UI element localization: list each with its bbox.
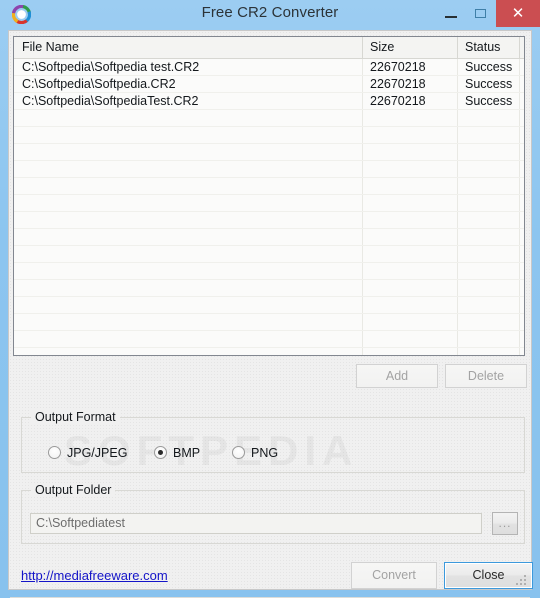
cell-status: Success: [465, 77, 513, 91]
radio-circle-icon: [48, 446, 61, 459]
table-row-empty[interactable]: [14, 314, 524, 331]
output-folder-input[interactable]: C:\Softpediatest: [30, 513, 482, 534]
cell-size: 22670218: [370, 94, 426, 108]
output-format-options: JPG/JPEG BMP PNG: [22, 444, 524, 462]
file-list-body: C:\Softpedia\Softpedia test.CR2 22670218…: [14, 59, 524, 355]
radio-label: BMP: [173, 446, 201, 460]
close-icon: ✕: [511, 4, 525, 22]
window-close-button[interactable]: ✕: [496, 0, 540, 27]
client-area: File Name Size Status C:\Softpedia\Softp…: [8, 30, 533, 598]
maximize-button[interactable]: [466, 0, 496, 27]
resize-grip[interactable]: [514, 573, 526, 585]
website-link[interactable]: http://mediafreeware.com: [21, 568, 168, 583]
table-row-empty[interactable]: [14, 229, 524, 246]
table-row-empty[interactable]: [14, 178, 524, 195]
radio-circle-icon: [232, 446, 245, 459]
radio-label: PNG: [251, 446, 279, 460]
cell-status: Success: [465, 60, 513, 74]
output-format-label: Output Format: [31, 410, 120, 424]
output-format-group: Output Format JPG/JPEG BMP PNG: [21, 410, 525, 473]
table-row-empty[interactable]: [14, 195, 524, 212]
add-button[interactable]: Add: [356, 364, 438, 388]
application-window: Free CR2 Converter ✕ File Name Size Stat…: [0, 0, 540, 598]
table-row-empty[interactable]: [14, 144, 524, 161]
cell-size: 22670218: [370, 77, 426, 91]
table-row-empty[interactable]: [14, 246, 524, 263]
radio-circle-selected-icon: [154, 446, 167, 459]
table-row-empty[interactable]: [14, 212, 524, 229]
cell-file-name: C:\Softpedia\SoftpediaTest.CR2: [22, 94, 199, 108]
minimize-icon: [445, 16, 457, 18]
cell-status: Success: [465, 94, 513, 108]
file-list-header: File Name Size Status: [14, 37, 524, 59]
table-row-empty[interactable]: [14, 161, 524, 178]
output-folder-label: Output Folder: [31, 483, 116, 497]
table-row-empty[interactable]: [14, 280, 524, 297]
maximize-icon: [475, 9, 486, 18]
table-row[interactable]: C:\Softpedia\Softpedia test.CR2 22670218…: [14, 59, 524, 76]
table-row-empty[interactable]: [14, 263, 524, 280]
table-row-empty[interactable]: [14, 110, 524, 127]
table-row-empty[interactable]: [14, 127, 524, 144]
column-header-file-name[interactable]: File Name: [14, 37, 362, 58]
table-row-empty[interactable]: [14, 331, 524, 348]
delete-button[interactable]: Delete: [445, 364, 527, 388]
title-bar[interactable]: Free CR2 Converter ✕: [0, 0, 540, 30]
radio-bmp[interactable]: BMP: [154, 444, 224, 462]
table-row[interactable]: C:\Softpedia\Softpedia.CR2 22670218 Succ…: [14, 76, 524, 93]
radio-label: JPG/JPEG: [67, 446, 128, 460]
browse-folder-button[interactable]: ...: [492, 512, 518, 535]
column-header-extra[interactable]: [519, 37, 524, 58]
column-header-status[interactable]: Status: [457, 37, 519, 58]
column-header-size[interactable]: Size: [362, 37, 457, 58]
convert-button[interactable]: Convert: [351, 562, 437, 589]
cell-file-name: C:\Softpedia\Softpedia.CR2: [22, 77, 176, 91]
table-row-empty[interactable]: [14, 297, 524, 314]
table-row[interactable]: C:\Softpedia\SoftpediaTest.CR2 22670218 …: [14, 93, 524, 110]
cell-file-name: C:\Softpedia\Softpedia test.CR2: [22, 60, 200, 74]
minimize-button[interactable]: [436, 0, 466, 27]
file-list[interactable]: File Name Size Status C:\Softpedia\Softp…: [13, 36, 525, 356]
cell-size: 22670218: [370, 60, 426, 74]
output-folder-group: Output Folder C:\Softpediatest ...: [21, 483, 525, 544]
radio-jpg-jpeg[interactable]: JPG/JPEG: [48, 444, 148, 462]
radio-png[interactable]: PNG: [232, 444, 302, 462]
